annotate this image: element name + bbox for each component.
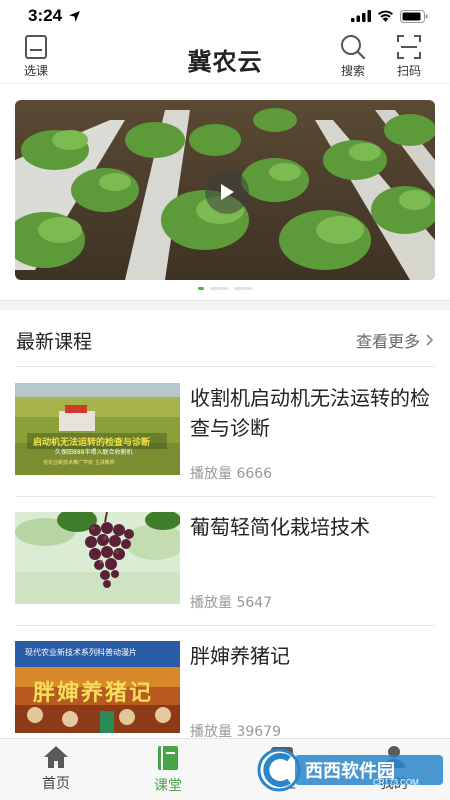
scan-label: 扫码: [396, 64, 421, 78]
scan-button[interactable]: 扫码: [396, 34, 422, 79]
wifi-icon: [378, 10, 393, 22]
latest-courses-header: 最新课程 查看更多: [16, 322, 434, 358]
search-icon: [341, 35, 366, 60]
course-thumbnail: 启动机无法运转的检查与诊断 久保田888半喂入联合收割机 省农业新技术推广学校 …: [15, 383, 180, 475]
tab-classroom[interactable]: 课堂: [128, 745, 208, 795]
thumbnail-series-label: 现代农业新技术系列科普动漫片: [25, 648, 137, 657]
cellular-signal-icon: [351, 10, 371, 22]
carousel-dot[interactable]: [210, 287, 228, 290]
tab-label: 课堂: [154, 778, 182, 794]
app-header: 选课 冀农云 搜索 扫码: [0, 32, 450, 84]
home-icon: [44, 746, 68, 768]
course-item[interactable]: 葡萄轻简化栽培技术 播放量 5647: [15, 512, 435, 622]
tab-home[interactable]: 首页: [16, 745, 96, 793]
course-title[interactable]: 收割机启动机无法运转的检查与诊断: [190, 383, 435, 443]
notebook-icon: [158, 746, 178, 770]
carousel-indicator: [0, 287, 450, 290]
view-more-link[interactable]: 查看更多: [356, 328, 434, 352]
section-title: 最新课程: [16, 330, 93, 353]
search-button[interactable]: 搜索: [340, 34, 366, 79]
divider: [16, 496, 434, 497]
divider: [16, 366, 434, 367]
battery-icon: [400, 9, 428, 23]
view-more-label: 查看更多: [355, 332, 420, 351]
play-icon: [221, 184, 234, 200]
watermark-logo: 西西软件园 CR173.COM: [255, 745, 445, 795]
chevron-right-icon: [426, 334, 434, 346]
location-arrow-icon: [69, 10, 80, 22]
course-item[interactable]: 启动机无法运转的检查与诊断 久保田888半喂入联合收割机 省农业新技术推广学校 …: [15, 383, 435, 493]
app-title: 冀农云: [187, 48, 263, 76]
section-divider: [0, 300, 450, 310]
status-time: 3:24: [28, 6, 63, 25]
thumbnail-title: 胖婶养猪记: [33, 681, 154, 706]
carousel-dot[interactable]: [234, 287, 252, 290]
thumbnail-credit: 省农业新技术推广学校 主讲教师: [43, 460, 115, 466]
search-label: 搜索: [340, 64, 365, 78]
divider: [16, 625, 434, 626]
play-count: 播放量 5647: [190, 595, 273, 611]
carousel-dot[interactable]: [198, 287, 204, 290]
course-title[interactable]: 葡萄轻简化栽培技术: [190, 512, 435, 542]
scan-icon: [397, 35, 421, 59]
course-title[interactable]: 胖婶养猪记: [190, 641, 435, 671]
play-count: 播放量 6666: [190, 466, 273, 482]
course-thumbnail: [15, 512, 180, 604]
status-bar: 3:24: [0, 0, 450, 32]
course-thumbnail: 现代农业新技术系列科普动漫片 胖婶养猪记: [15, 641, 180, 733]
thumbnail-subcaption: 久保田888半喂入联合收割机: [55, 449, 133, 456]
tab-label: 首页: [42, 776, 70, 792]
play-button[interactable]: [205, 170, 249, 214]
watermark-domain: CR173.COM: [373, 778, 419, 787]
video-banner[interactable]: [15, 100, 435, 280]
course-item[interactable]: 现代农业新技术系列科普动漫片 胖婶养猪记 胖婶养猪记 播放量 39679: [15, 641, 435, 751]
